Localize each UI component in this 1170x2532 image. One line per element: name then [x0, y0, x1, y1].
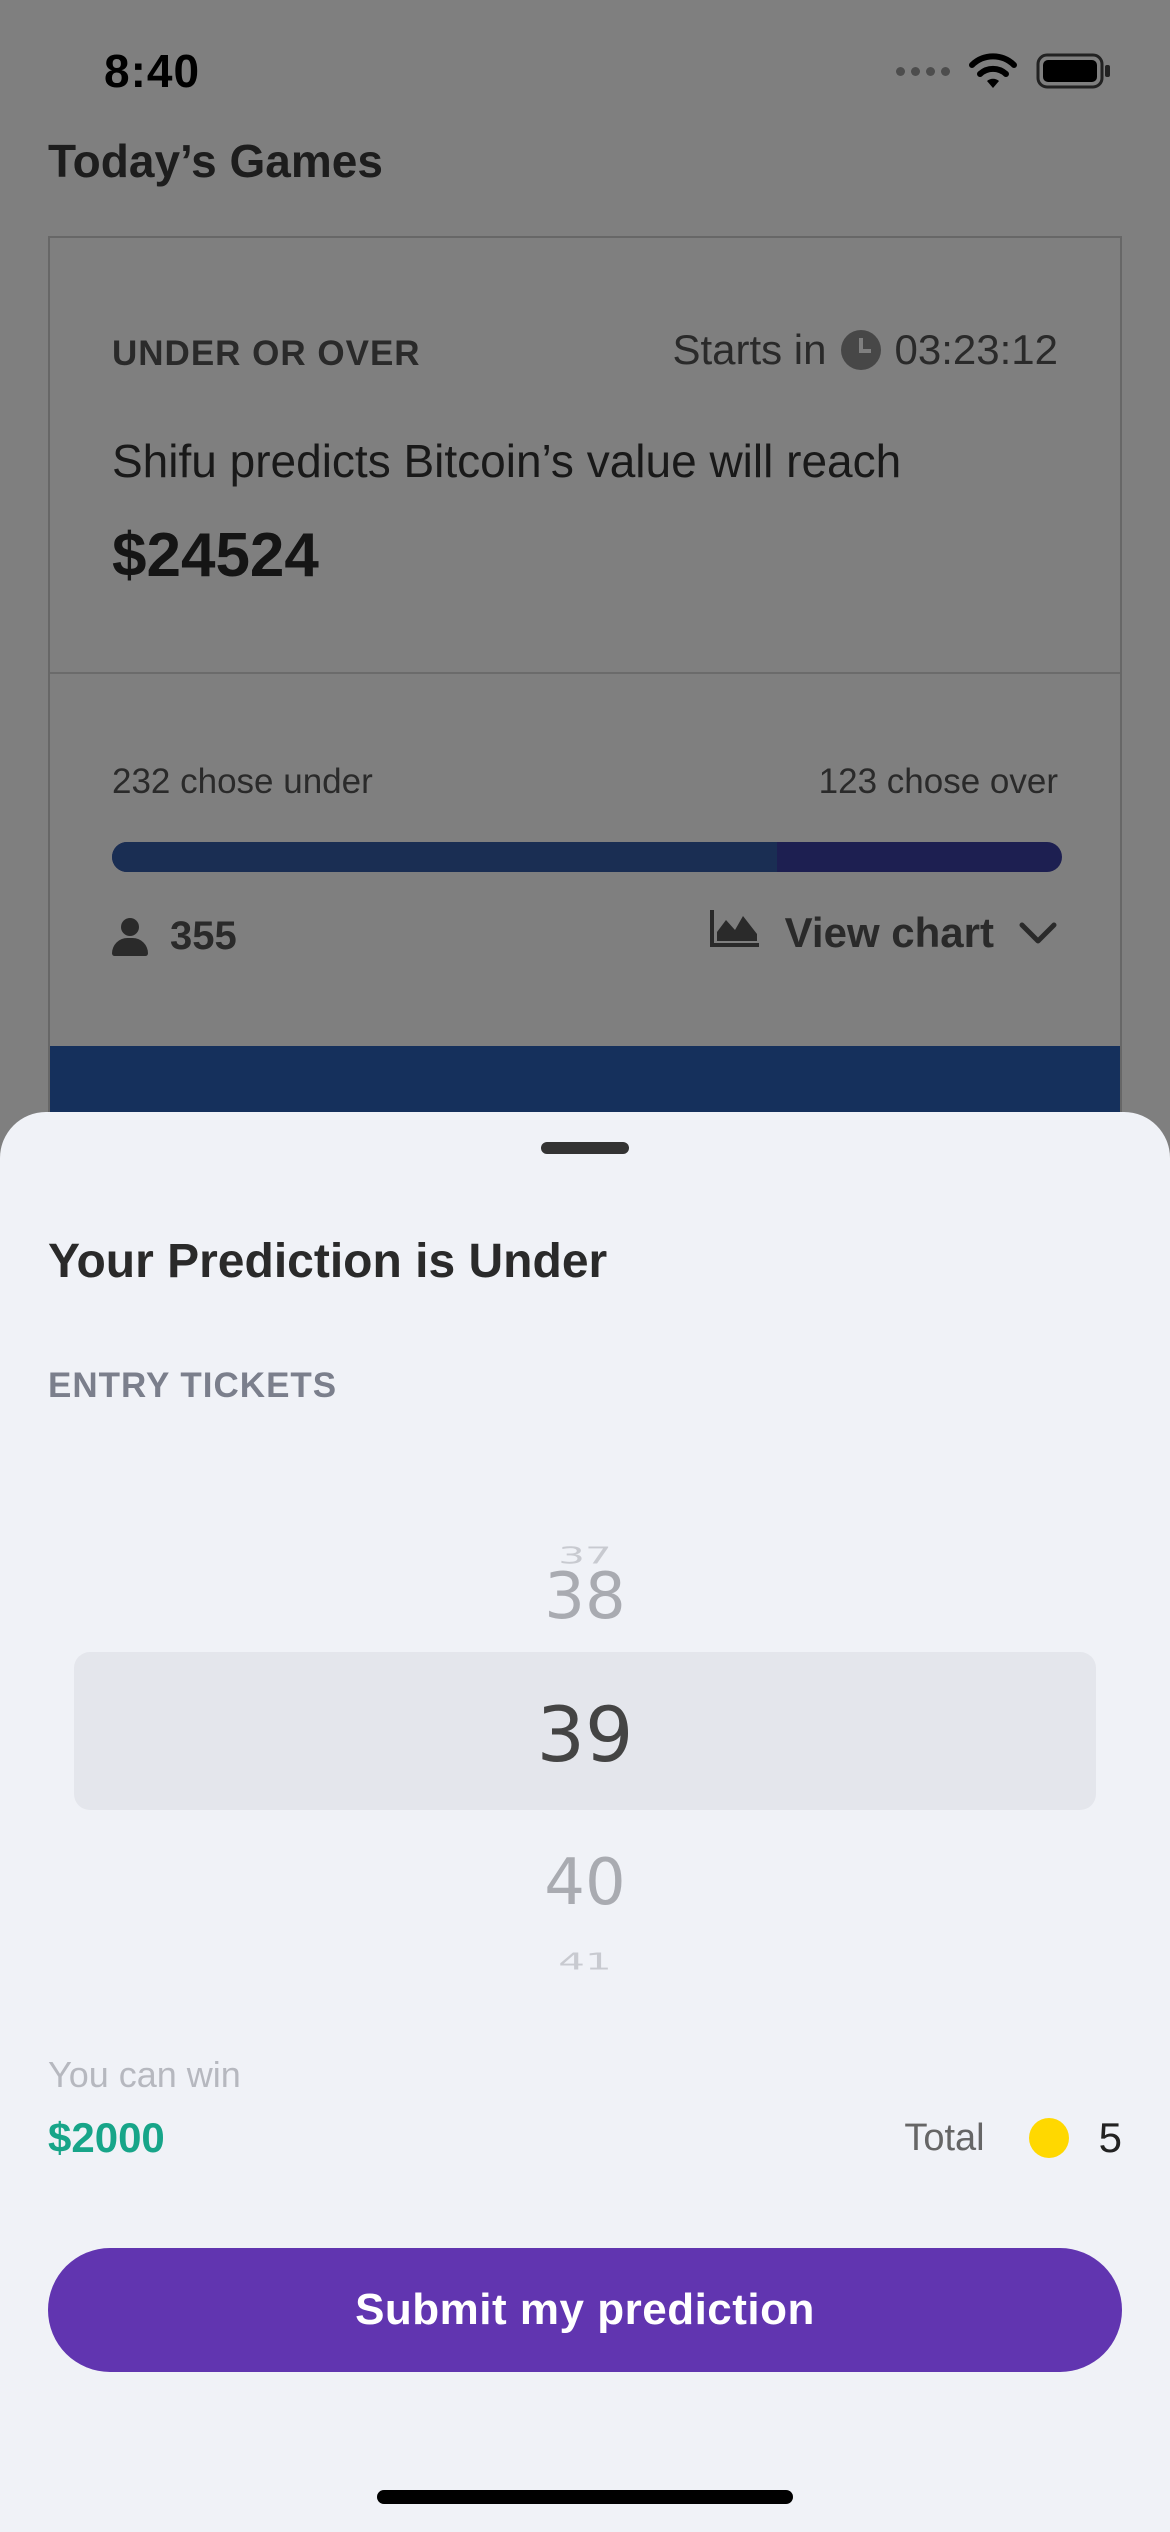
- total-label: Total: [904, 2116, 985, 2159]
- sheet-drag-handle[interactable]: [541, 1142, 629, 1154]
- win-label: You can win: [48, 2054, 241, 2095]
- win-amount: $2000: [48, 2114, 165, 2161]
- submit-prediction-button[interactable]: Submit my prediction: [48, 2248, 1122, 2372]
- picker-option[interactable]: 40: [0, 1846, 1170, 1920]
- ticket-picker[interactable]: 37 38 39 40 41: [0, 1442, 1170, 2102]
- home-indicator: [377, 2490, 793, 2504]
- picker-selected-option[interactable]: 39: [0, 1690, 1170, 1779]
- entry-tickets-label: ENTRY TICKETS: [48, 1366, 338, 1405]
- picker-option[interactable]: 38: [0, 1560, 1170, 1634]
- picker-option[interactable]: 41: [0, 1948, 1170, 1975]
- total-value: 5: [1098, 2114, 1122, 2161]
- prediction-sheet: Your Prediction is Under ENTRY TICKETS 3…: [0, 1112, 1170, 2532]
- sheet-title: Your Prediction is Under: [48, 1235, 608, 1288]
- coin-icon: [1028, 2118, 1069, 2158]
- total-cost: Total 5: [904, 2114, 1122, 2162]
